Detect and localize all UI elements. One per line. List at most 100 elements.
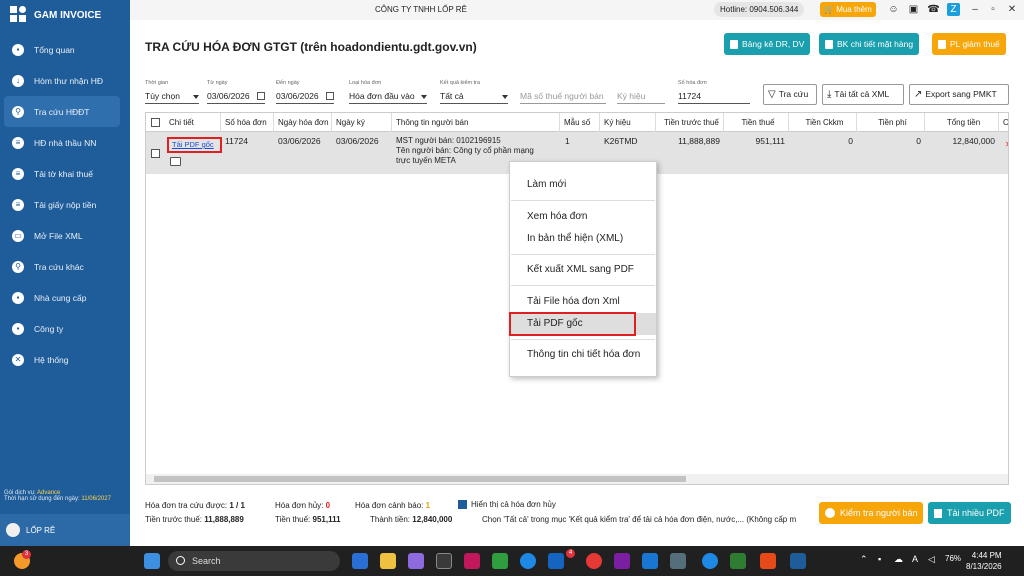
horizontal-scrollbar[interactable] (146, 474, 1008, 484)
calendar-icon[interactable] (257, 92, 265, 100)
word-icon[interactable] (642, 553, 658, 569)
menu-item-tai-pdf-goc[interactable]: Tải PDF gốc (509, 312, 656, 336)
thoi-gian-select[interactable]: Tùy chọn (145, 89, 199, 104)
sidebar-item-nha-cung-cap[interactable]: ▪ Nhà cung cấp (0, 282, 130, 313)
menu-item-ket-xuat-pdf[interactable]: Kết xuất XML sang PDF (510, 259, 656, 281)
col-tien-truoc-thue[interactable]: Tiền trước thuế (656, 113, 724, 132)
chrome-icon[interactable] (586, 553, 602, 569)
edge-icon[interactable] (520, 553, 536, 569)
app-icon-13[interactable] (702, 553, 718, 569)
seller-name: Tên người bán: Công ty cổ phần mạng (396, 146, 534, 155)
col-chi-tiet[interactable]: Chi tiết (165, 113, 221, 132)
ket-qua-select[interactable]: Tất cả (440, 89, 508, 104)
file-explorer-icon[interactable] (380, 553, 396, 569)
tai-pdf-goc-link[interactable]: Tải PDF gốc (167, 137, 222, 153)
sidebar-item-cong-ty[interactable]: ▪ Công ty (0, 313, 130, 344)
sidebar-item-hom-thu[interactable]: ↓ Hòm thư nhận HĐ (0, 65, 130, 96)
clock[interactable]: 4:44 PM 8/13/2026 (966, 550, 1002, 572)
app-icon-1[interactable] (352, 553, 368, 569)
thanh-tien-label: Thành tiền: (370, 515, 411, 524)
user-profile[interactable]: LỐP RÊ (0, 514, 130, 546)
chevron-up-icon[interactable]: ⌃ (860, 554, 868, 565)
menu-item-xem-hoa-don[interactable]: Xem hóa đơn (510, 206, 656, 228)
app-icon-5[interactable] (464, 553, 480, 569)
sidebar-item-tai-to-khai[interactable]: ≡ Tải tờ khai thuế (0, 158, 130, 189)
tai-nhieu-pdf-button[interactable]: Tải nhiều PDF (928, 502, 1011, 524)
sidebar-item-tra-cuu-hddt[interactable]: ⚲ Tra cứu HĐĐT (4, 96, 120, 127)
excel-icon[interactable] (730, 553, 746, 569)
col-ky-hieu[interactable]: Ký hiệu (600, 113, 656, 132)
store-icon[interactable] (436, 553, 452, 569)
mail-icon[interactable] (548, 553, 564, 569)
sidebar-item-label: Tải tờ khai thuế (34, 168, 93, 179)
col-thong-tin-nguoi-ban[interactable]: Thông tin người bán (392, 113, 560, 132)
app-icon-12[interactable] (670, 553, 686, 569)
calendar-icon[interactable] (326, 92, 334, 100)
tai-nhieu-pdf-label: Tải nhiều PDF (947, 508, 1005, 518)
col-ngay-hd[interactable]: Ngày hóa đơn (274, 113, 332, 132)
scrollbar-thumb[interactable] (154, 476, 686, 482)
maximize-icon[interactable]: ▫ (986, 3, 1000, 17)
zalo-icon[interactable]: Z (947, 3, 960, 16)
menu-item-thong-tin-chi-tiet[interactable]: Thông tin chi tiết hóa đơn (510, 344, 656, 366)
col-c[interactable]: C (999, 113, 1008, 132)
copilot-icon[interactable] (408, 553, 424, 569)
bang-ke-button[interactable]: Bảng kê DR, DV (724, 33, 811, 55)
tu-ngay-field[interactable]: 03/06/2026 (207, 89, 265, 104)
so-hd-input[interactable]: 11724 (678, 89, 750, 104)
sidebar-item-tra-cuu-khac[interactable]: ⚲ Tra cứu khác (0, 251, 130, 282)
tai-xml-button[interactable]: ⤓ Tải tất cả XML (822, 84, 904, 105)
col-tien-ckkm[interactable]: Tiền Ckkm (789, 113, 857, 132)
den-ngay-field[interactable]: 03/06/2026 (276, 89, 334, 104)
buy-more-button[interactable]: 🛒 Mua thêm (820, 2, 876, 17)
sidebar-item-he-thong[interactable]: ✕ Hệ thống (0, 344, 130, 375)
onenote-icon[interactable] (614, 553, 630, 569)
app-icon-15[interactable] (760, 553, 776, 569)
bk-chi-tiet-button[interactable]: BK chi tiết mặt hàng (819, 33, 920, 55)
cell-tien-phi: 0 (916, 136, 921, 146)
export-button[interactable]: ↗ Export sang PMKT (909, 84, 1009, 105)
chat-icon[interactable]: ▣ (907, 3, 920, 16)
row-checkbox[interactable] (151, 149, 160, 158)
minimize-icon[interactable]: – (968, 3, 982, 17)
volume-icon[interactable]: ◁ (928, 554, 935, 565)
mst-input[interactable]: Mã số thuế người bán (520, 89, 606, 104)
menu-item-lam-moi[interactable]: Làm mới (510, 174, 656, 196)
gam-invoice-taskbar-icon[interactable] (790, 553, 806, 569)
col-tong-tien[interactable]: Tổng tiền (925, 113, 999, 132)
language-icon[interactable]: A (912, 554, 918, 564)
col-tien-thue[interactable]: Tiền thuế (724, 113, 789, 132)
cloud-icon[interactable]: ☁ (894, 554, 903, 565)
checkbox-checked-icon[interactable] (458, 500, 467, 510)
battery-status[interactable]: 76% (945, 554, 961, 563)
col-mau-so[interactable]: Mẫu số (560, 113, 600, 132)
delete-icon[interactable]: ✕ (1005, 140, 1008, 150)
printer-icon[interactable] (170, 157, 181, 166)
taskbar-search[interactable]: Search (168, 551, 340, 571)
sidebar-item-label: Mở File XML (34, 230, 83, 241)
select-all-checkbox[interactable] (151, 118, 160, 127)
remote-support-icon[interactable]: ☎ (927, 3, 940, 16)
sidebar-item-mo-file-xml[interactable]: ▭ Mở File XML (0, 220, 130, 251)
pl-giam-thue-button[interactable]: PL giảm thuế (932, 33, 1006, 55)
app-tray-icon[interactable]: ▪ (878, 554, 881, 564)
sidebar-item-tai-giay-nop[interactable]: ≡ Tải giấy nộp tiền (0, 189, 130, 220)
user-guide-icon[interactable]: ☺ (887, 3, 900, 16)
kiem-tra-nguoi-ban-button[interactable]: Kiểm tra người bán (819, 502, 924, 524)
menu-item-tai-file-xml[interactable]: Tải File hóa đơn Xml (510, 291, 656, 313)
loai-hd-select[interactable]: Hóa đơn đầu vào (349, 89, 427, 104)
sidebar-item-hd-nha-thau[interactable]: ≡ HĐ nhà thầu NN (0, 127, 130, 158)
col-tien-phi[interactable]: Tiền phí (857, 113, 925, 132)
show-cancelled-toggle[interactable]: Hiển thị cả hóa đơn hủy (458, 500, 556, 510)
close-icon[interactable]: ✕ (1005, 3, 1019, 17)
xbox-icon[interactable] (492, 553, 508, 569)
windows-start-icon[interactable] (144, 553, 160, 569)
col-so-hd[interactable]: Số hóa đơn (221, 113, 274, 132)
sidebar-item-tong-quan[interactable]: ▪ Tổng quan (0, 34, 130, 65)
huy-count-label: Hóa đơn hủy: (275, 501, 324, 510)
col-ngay-ky[interactable]: Ngày ký (332, 113, 392, 132)
ky-hieu-input[interactable]: Ký hiệu (617, 89, 665, 104)
tra-cuu-button[interactable]: ▽ Tra cứu (763, 84, 817, 105)
menu-item-in-ban-the-hien[interactable]: In bản thể hiện (XML) (510, 228, 656, 250)
cell-tong-tien: 12,840,000 (952, 136, 995, 146)
